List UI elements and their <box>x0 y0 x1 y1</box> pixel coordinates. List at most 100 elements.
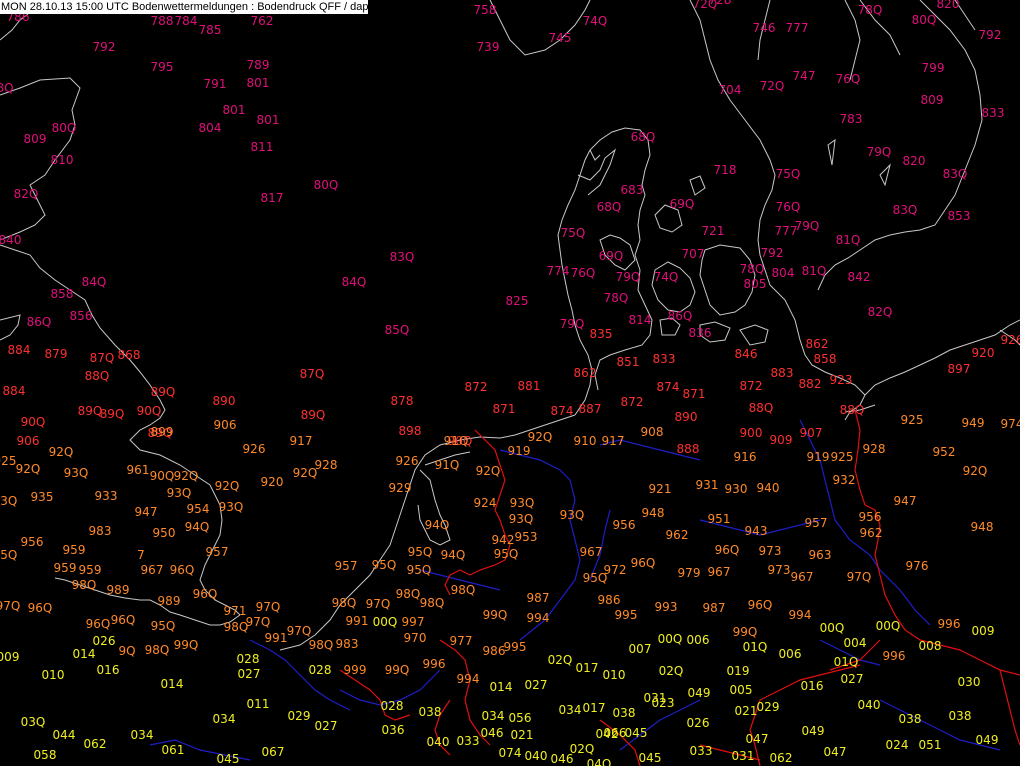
station-pressure-label: 747 <box>793 69 816 83</box>
station-pressure-label: 80Q <box>314 178 339 192</box>
station-pressure-label: 98Q <box>145 643 170 657</box>
station-pressure-label: 00Q <box>876 619 901 633</box>
station-pressure-label: 967 <box>791 570 814 584</box>
station-pressure-label: 956 <box>613 518 636 532</box>
station-pressure-label: 034 <box>559 703 582 717</box>
station-pressure-label: 972 <box>604 563 627 577</box>
station-pressure-label: 9Q <box>118 644 135 658</box>
station-pressure-label: 977 <box>450 634 473 648</box>
station-pressure-label: 94Q <box>425 518 450 532</box>
station-pressure-label: 928 <box>863 442 886 456</box>
station-pressure-label: 87Q <box>90 351 115 365</box>
station-pressure-label: 82Q <box>14 187 39 201</box>
station-pressure-label: 038 <box>613 706 636 720</box>
station-pressure-label: 027 <box>238 667 261 681</box>
station-pressure-label: 987 <box>703 601 726 615</box>
station-pressure-label: 879 <box>45 347 68 361</box>
station-pressure-label: 883 <box>771 366 794 380</box>
station-pressure-label: 93Q <box>0 494 17 508</box>
station-pressure-label: 95Q <box>407 563 432 577</box>
station-pressure-label: 788 <box>151 14 174 28</box>
station-pressure-label: 81Q <box>836 233 861 247</box>
station-pressure-label: 836 <box>689 326 712 340</box>
station-pressure-label: 907 <box>800 426 823 440</box>
station-pressure-label: 00Q <box>658 632 683 646</box>
station-pressure-label: 882 <box>799 377 822 391</box>
station-pressure-label: 997 <box>402 615 425 629</box>
station-pressure-label: 983 <box>89 524 112 538</box>
station-pressure-label: 88Q <box>85 369 110 383</box>
station-pressure-label: 704 <box>719 83 742 97</box>
station-pressure-label: 81Q <box>802 264 827 278</box>
station-pressure-label: 809 <box>24 132 47 146</box>
station-pressure-label: 707 <box>682 247 705 261</box>
station-pressure-label: 785 <box>199 23 222 37</box>
station-pressure-label: 7 <box>137 548 145 562</box>
station-pressure-label: 954 <box>187 502 210 516</box>
station-pressure-label: 947 <box>135 505 158 519</box>
station-pressure-label: 921 <box>649 482 672 496</box>
station-pressure-label: 75Q <box>561 226 586 240</box>
station-pressure-label: 799 <box>922 61 945 75</box>
station-pressure-label: 033 <box>457 734 480 748</box>
station-pressure-label: 906 <box>17 434 40 448</box>
station-pressure-label: 991 <box>346 614 369 628</box>
station-pressure-label: 029 <box>757 700 780 714</box>
station-pressure-label: 97Q <box>366 597 391 611</box>
station-pressure-label: 996 <box>423 657 446 671</box>
station-pressure-label: 98Q <box>309 638 334 652</box>
station-pressure-label: 01Q <box>743 640 768 654</box>
station-pressure-label: 925 <box>901 413 924 427</box>
station-pressure-label: 871 <box>493 402 516 416</box>
station-pressure-label: 89Q <box>100 407 125 421</box>
station-pressure-label: 040 <box>427 735 450 749</box>
station-pressure-label: 916 <box>734 450 757 464</box>
station-pressure-label: 928 <box>315 458 338 472</box>
station-pressure-label: 932 <box>833 473 856 487</box>
station-pressure-label: 80Q <box>52 121 77 135</box>
station-pressure-label: 009 <box>0 650 19 664</box>
station-pressure-label: 97Q <box>256 600 281 614</box>
station-pressure-label: 909 <box>770 433 793 447</box>
station-pressure-label: 900 <box>740 426 763 440</box>
station-pressure-label: 84Q <box>342 275 367 289</box>
station-pressure-label: 739 <box>477 40 500 54</box>
station-pressure-label: 03Q <box>21 715 46 729</box>
station-pressure-label: 79Q <box>616 270 641 284</box>
station-pressure-label: 045 <box>217 752 240 766</box>
station-pressure-label: 89Q <box>151 385 176 399</box>
station-pressure-label: 957 <box>206 545 229 559</box>
station-pressure-label: 872 <box>621 395 644 409</box>
station-pressure-label: 83Q <box>893 203 918 217</box>
station-pressure-label: 74Q <box>654 270 679 284</box>
station-pressure-label: 049 <box>976 733 999 747</box>
station-pressure-label: 92Q <box>476 464 501 478</box>
station-pressure-label: 007 <box>629 642 652 656</box>
station-pressure-label: 95Q <box>408 545 433 559</box>
station-pressure-label: 721 <box>702 224 725 238</box>
station-pressure-label: 96Q <box>748 598 773 612</box>
station-pressure-label: 919 <box>508 444 531 458</box>
station-pressure-label: 931 <box>696 478 719 492</box>
station-pressure-label: 718 <box>714 163 737 177</box>
station-pressure-label: 021 <box>511 728 534 742</box>
station-pressure-label: 90Q <box>21 415 46 429</box>
station-pressure-label: 016 <box>801 679 824 693</box>
station-pressure-label: 872 <box>465 380 488 394</box>
station-pressure-label: 745 <box>549 31 572 45</box>
station-pressure-label: 999 <box>344 663 367 677</box>
weather-map: 786792788 78478576275873974Q74572872Q746 7… <box>0 0 1020 766</box>
station-pressure-label: 044 <box>53 728 76 742</box>
station-pressure-label: 777 <box>786 21 809 35</box>
station-pressure-label: 926 <box>396 454 419 468</box>
station-pressure-label: 009 <box>972 624 995 638</box>
station-pressure-label: 791 <box>204 77 227 91</box>
station-pressure-label: 79Q <box>560 317 585 331</box>
station-pressure-label: 031 <box>732 749 755 763</box>
station-pressure-label: 986 <box>598 593 621 607</box>
station-pressure-label: 926 <box>1001 333 1020 347</box>
map-title: MON 28.10.13 15:00 UTC Bodenwettermeldun… <box>0 0 368 14</box>
station-pressure-label: 920 <box>972 346 995 360</box>
station-pressure-label: 99Q <box>483 608 508 622</box>
station-pressure-label: 967 <box>141 563 164 577</box>
